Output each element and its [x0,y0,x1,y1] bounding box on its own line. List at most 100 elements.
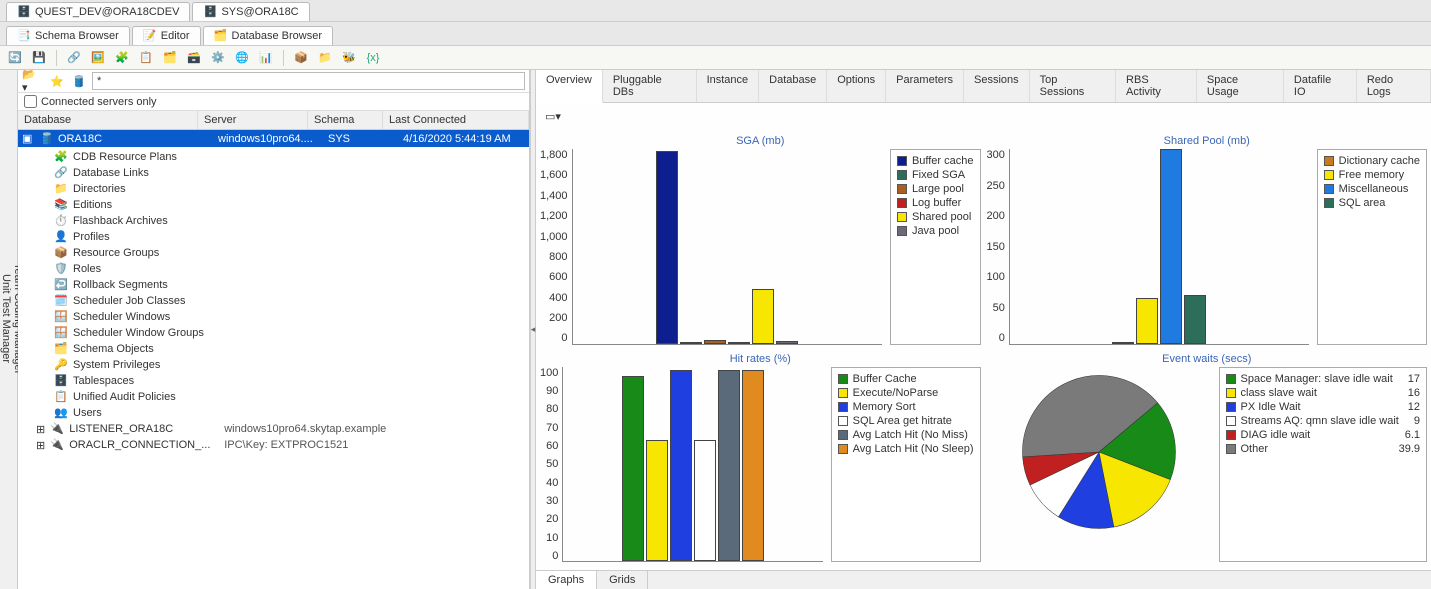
btab-grids[interactable]: Grids [597,571,648,589]
tree-item[interactable]: 📚Editions [54,197,529,213]
conn-tab-0[interactable]: 🗄️ QUEST_DEV@ORA18CDEV [6,2,190,21]
tree-item-icon: 👥 [54,406,68,420]
chart-icon[interactable]: 📊 [257,49,275,67]
db-name: ORA18C [58,133,218,145]
expand-icon[interactable]: ⊞ [36,423,45,436]
listener-item[interactable]: ⊞🔌ORACLR_CONNECTION_...IPC\Key: EXTPROC1… [36,437,529,453]
rtab-parameters[interactable]: Parameters [886,70,964,102]
connected-only-checkbox[interactable] [24,95,37,108]
btab-graphs[interactable]: Graphs [536,571,597,589]
folder-open-icon[interactable]: 📂▾ [22,72,40,90]
tool-7[interactable]: ⚙️ [209,49,227,67]
tree-item[interactable]: ⏱️Flashback Archives [54,213,529,229]
expand-icon[interactable]: ⊞ [36,439,45,452]
main-toolbar: 🔄 💾 🔗 🖼️ 🧩 📋 🗂️ 🗃️ ⚙️ 🌐 📊 📦 📁 🐝 {x} [0,46,1431,70]
listener-item[interactable]: ⊞🔌LISTENER_ORA18Cwindows10pro64.skytap.e… [36,421,529,437]
tree-item-label: Directories [73,183,126,195]
connected-only-row[interactable]: Connected servers only [18,93,529,111]
refresh-button[interactable]: 🔄 [6,49,24,67]
tree-item[interactable]: 🗄️Tablespaces [54,373,529,389]
tool-9[interactable]: 📦 [292,49,310,67]
col-database[interactable]: Database [18,111,198,129]
tree-item-label: Scheduler Windows [73,311,170,323]
filter-input[interactable] [92,72,525,90]
collapse-icon[interactable]: ▣ [22,132,36,145]
tree-item[interactable]: 📁Directories [54,181,529,197]
legend-swatch [838,444,848,454]
bar [1184,295,1206,344]
dbbrowser-icon: 🗂️ [214,29,228,43]
legend-swatch [1226,402,1236,412]
rtab-pluggable-dbs[interactable]: Pluggable DBs [603,70,697,102]
legend-swatch [897,156,907,166]
rtab-instance[interactable]: Instance [697,70,760,102]
rtab-database[interactable]: Database [759,70,827,102]
tree-item[interactable]: ↩️Rollback Segments [54,277,529,293]
tree-item[interactable]: 🗂️Schema Objects [54,341,529,357]
tool-1[interactable]: 🔗 [65,49,83,67]
bar [776,341,798,344]
tree-item-icon: 🪟 [54,310,68,324]
rtab-redo-logs[interactable]: Redo Logs [1357,70,1431,102]
tree-item-icon: ⏱️ [54,214,68,228]
tree-item[interactable]: 🔗Database Links [54,165,529,181]
tree-item[interactable]: 🪟Scheduler Window Groups [54,325,529,341]
tree-item[interactable]: 📋Unified Audit Policies [54,389,529,405]
view-tab-editor[interactable]: 📝Editor [132,26,201,45]
legend-swatch [1226,416,1236,426]
tool-11[interactable]: 🐝 [340,49,358,67]
tool-10[interactable]: 📁 [316,49,334,67]
tree-item[interactable]: 🔑System Privileges [54,357,529,373]
conn-tab-label: SYS@ORA18C [221,6,298,18]
legend-value: 12 [1398,401,1420,413]
db-row-selected[interactable]: ▣ 🛢️ ORA18C windows10pro64.... SYS 4/16/… [18,130,529,147]
bar [694,440,716,561]
col-schema[interactable]: Schema [308,111,383,129]
view-toggle-icon[interactable]: ▭▾ [544,107,562,125]
rail-unit-test[interactable]: Unit Test Manager [0,78,12,559]
tool-8[interactable]: 🌐 [233,49,251,67]
view-tabs: 📑Schema Browser 📝Editor 🗂️Database Brows… [0,22,1431,46]
db-small-icon[interactable]: 🛢️ [70,72,88,90]
view-tab-label: Schema Browser [35,30,119,42]
tree-item[interactable]: 🗓️Scheduler Job Classes [54,293,529,309]
tree-item[interactable]: 🪟 Scheduler Windows [54,309,529,325]
legend-label: Space Manager: slave idle wait [1241,373,1393,385]
tree-item[interactable]: 📦Resource Groups [54,245,529,261]
tree-item[interactable]: 🧩CDB Resource Plans [54,149,529,165]
tree-item-icon: 🗄️ [54,374,68,388]
rtab-datafile-io[interactable]: Datafile IO [1284,70,1357,102]
rtab-options[interactable]: Options [827,70,886,102]
left-sub-toolbar: 📂▾ ⭐ 🛢️ [18,70,529,93]
tree-item-icon: 🔗 [54,166,68,180]
rtab-rbs-activity[interactable]: RBS Activity [1116,70,1197,102]
tool-6[interactable]: 🗃️ [185,49,203,67]
rtab-space-usage[interactable]: Space Usage [1197,70,1284,102]
tree-item-label: Rollback Segments [73,279,168,291]
col-last-connected[interactable]: Last Connected [383,111,529,129]
bar [646,440,668,561]
tree-item[interactable]: 🛡️Roles [54,261,529,277]
tool-3[interactable]: 🧩 [113,49,131,67]
tree-item-label: Scheduler Window Groups [73,327,204,339]
rtab-overview[interactable]: Overview [536,70,603,103]
col-server[interactable]: Server [198,111,308,129]
listener-icon: 🔌 [50,422,64,436]
tree-item[interactable]: 👥Users [54,405,529,421]
save-button[interactable]: 💾 [30,49,48,67]
view-tab-schema-browser[interactable]: 📑Schema Browser [6,26,130,45]
conn-tab-1[interactable]: 🗄️ SYS@ORA18C [192,2,309,21]
legend-swatch [1226,444,1236,454]
tool-12[interactable]: {x} [364,49,382,67]
chart-title: SGA (mb) [540,135,981,147]
view-tab-database-browser[interactable]: 🗂️Database Browser [203,26,334,45]
tree-item-icon: 🔑 [54,358,68,372]
rtab-top-sessions[interactable]: Top Sessions [1030,70,1116,102]
rtab-sessions[interactable]: Sessions [964,70,1030,102]
tool-5[interactable]: 🗂️ [161,49,179,67]
tool-4[interactable]: 📋 [137,49,155,67]
favorite-icon[interactable]: ⭐ [48,72,66,90]
tree-item[interactable]: 👤Profiles [54,229,529,245]
legend: Buffer cacheFixed SGALarge poolLog buffe… [890,149,981,345]
tool-2[interactable]: 🖼️ [89,49,107,67]
